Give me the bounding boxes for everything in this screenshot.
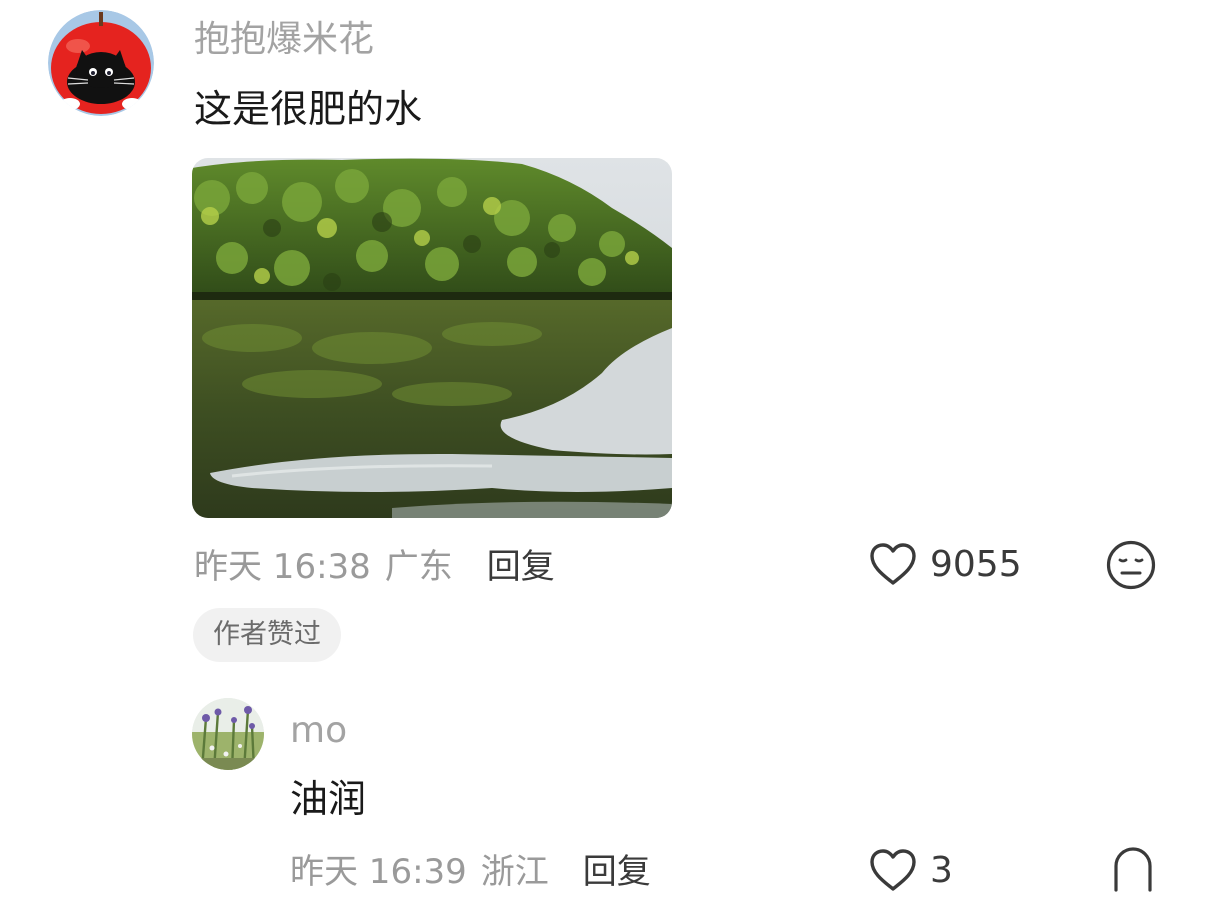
comment-text: 油润 — [290, 777, 367, 821]
reply-button[interactable]: 回复 — [487, 539, 555, 588]
username[interactable]: 抱抱爆米花 — [194, 16, 374, 64]
avatar[interactable] — [192, 698, 264, 770]
emoji-reaction-button[interactable] — [1106, 540, 1156, 590]
comment-meta: 昨天 16:38 广东 回复 — [194, 539, 555, 588]
comment-thread: 抱抱爆米花 这是很肥的水 昨天 16:38 广东 回复 9055 作者赞过 mo… — [0, 0, 1206, 902]
timestamp: 昨天 16:38 — [194, 546, 371, 587]
timestamp: 昨天 16:39 — [290, 851, 467, 892]
author-liked-tag: 作者赞过 — [193, 608, 341, 662]
emoji-reaction-button[interactable] — [1110, 846, 1156, 894]
meh-face-icon — [1114, 847, 1152, 892]
meadow-flowers-avatar-icon — [192, 698, 264, 770]
avatar[interactable] — [48, 10, 154, 116]
red-apple-cat-avatar-icon — [48, 10, 154, 116]
river-landscape-image — [192, 158, 672, 518]
comment-text: 这是很肥的水 — [194, 87, 423, 131]
heart-outline-icon — [870, 849, 916, 891]
region: 浙江 — [480, 851, 549, 892]
reply-button[interactable]: 回复 — [583, 844, 651, 893]
comment-meta: 昨天 16:39 浙江 回复 — [290, 844, 651, 893]
region: 广东 — [384, 546, 453, 587]
like-count: 9055 — [930, 543, 1022, 585]
like-button[interactable]: 9055 — [868, 540, 1022, 588]
heart-outline-icon — [870, 543, 916, 585]
comment-image[interactable] — [192, 158, 672, 518]
like-button[interactable]: 3 — [868, 846, 953, 894]
username[interactable]: mo — [290, 708, 347, 754]
meh-face-icon — [1106, 540, 1156, 590]
watermark-overlay — [950, 848, 1206, 902]
